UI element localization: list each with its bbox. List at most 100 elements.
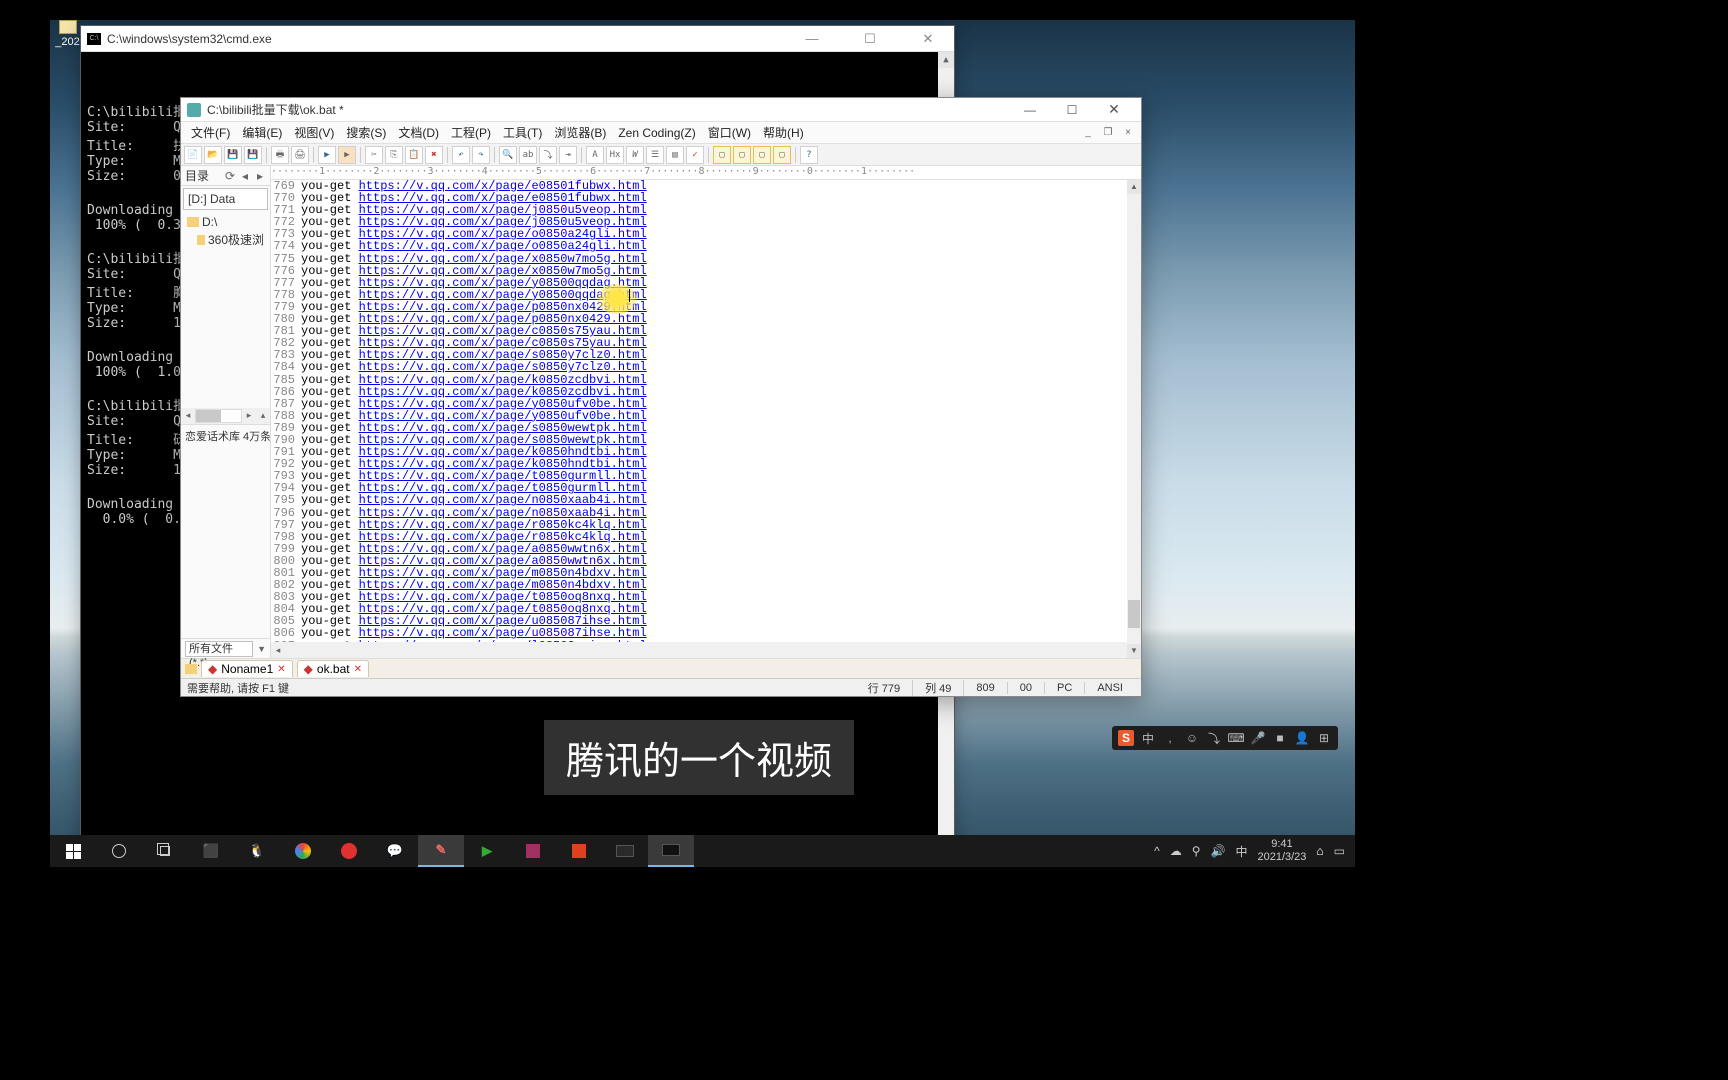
file-filter-select[interactable]: 所有文件 (*.*) bbox=[185, 641, 253, 657]
tray-notifications-icon[interactable]: ▭ bbox=[1334, 844, 1345, 858]
maximize-button[interactable]: ☐ bbox=[1051, 99, 1093, 121]
new-file-icon[interactable]: 📄 bbox=[184, 146, 202, 164]
search-button[interactable] bbox=[96, 835, 142, 867]
ime-user-icon[interactable]: 👤 bbox=[1294, 730, 1310, 746]
tray-network-icon[interactable]: ⚲ bbox=[1192, 844, 1201, 858]
taskbar-item-cmd[interactable] bbox=[648, 835, 694, 867]
menu-project[interactable]: 工程(P) bbox=[447, 122, 495, 143]
delete-icon[interactable]: ✖ bbox=[425, 146, 443, 164]
open-file-icon[interactable]: 📂 bbox=[204, 146, 222, 164]
replace-icon[interactable]: ab bbox=[519, 146, 537, 164]
tab-close-icon[interactable]: ✕ bbox=[354, 664, 362, 675]
panel3-icon[interactable]: ▢ bbox=[753, 146, 771, 164]
nav-fwd-icon[interactable]: ▸ bbox=[254, 169, 266, 183]
ime-softkbd-icon[interactable]: ⌨ bbox=[1228, 730, 1244, 746]
scrollbar-thumb[interactable] bbox=[196, 410, 221, 422]
find-icon[interactable]: 🔍 bbox=[499, 146, 517, 164]
tree-item[interactable]: D:\ bbox=[187, 214, 264, 230]
tray-home-icon[interactable]: ⌂ bbox=[1316, 844, 1323, 858]
scroll-right-icon[interactable]: ▸ bbox=[242, 410, 256, 421]
ime-lang-cn-icon[interactable]: 中 bbox=[1140, 730, 1156, 746]
task-view-button[interactable] bbox=[142, 835, 188, 867]
taskbar-item[interactable]: 💬 bbox=[372, 835, 418, 867]
print-icon[interactable]: 🖨 bbox=[291, 146, 309, 164]
indent-icon[interactable]: ⇥ bbox=[559, 146, 577, 164]
mdi-minimize-icon[interactable]: _ bbox=[1081, 127, 1095, 138]
chevron-down-icon[interactable]: ▼ bbox=[257, 644, 266, 654]
ime-language-bar[interactable]: S 中 , ☺ ⤵ ⌨ 🎤 ■ 👤 ⊞ bbox=[1112, 726, 1338, 750]
refresh-icon[interactable]: ⟳ bbox=[224, 169, 236, 183]
nav-back-icon[interactable]: ◂ bbox=[239, 169, 251, 183]
tray-cloud-icon[interactable]: ☁ bbox=[1170, 844, 1182, 858]
taskbar-item[interactable]: ⬛ bbox=[188, 835, 234, 867]
tray-overflow-icon[interactable]: ^ bbox=[1154, 844, 1160, 858]
menu-search[interactable]: 搜索(S) bbox=[342, 122, 390, 143]
ruler-icon[interactable]: ▤ bbox=[666, 146, 684, 164]
goto-icon[interactable]: ⤵ bbox=[539, 146, 557, 164]
tab-close-icon[interactable]: ✕ bbox=[277, 664, 285, 675]
menu-help[interactable]: 帮助(H) bbox=[759, 122, 808, 143]
linenumber-icon[interactable]: ☰ bbox=[646, 146, 664, 164]
taskbar-item[interactable]: ✎ bbox=[418, 835, 464, 867]
editor-tab-noname[interactable]: ◆ Noname1 ✕ bbox=[201, 660, 293, 677]
paste-icon[interactable]: 📋 bbox=[405, 146, 423, 164]
ime-login-icon[interactable]: ⤵ bbox=[1206, 730, 1222, 746]
menu-document[interactable]: 文档(D) bbox=[394, 122, 443, 143]
mdi-restore-icon[interactable]: ❐ bbox=[1101, 127, 1115, 138]
ime-emoji-icon[interactable]: ☺ bbox=[1184, 730, 1200, 746]
ime-punct-icon[interactable]: , bbox=[1162, 730, 1178, 746]
menu-tools[interactable]: 工具(T) bbox=[499, 122, 546, 143]
ime-voice-icon[interactable]: 🎤 bbox=[1250, 730, 1266, 746]
menu-window[interactable]: 窗口(W) bbox=[704, 122, 755, 143]
menu-view[interactable]: 视图(V) bbox=[290, 122, 338, 143]
save-icon[interactable]: 💾 bbox=[224, 146, 242, 164]
scroll-left-icon[interactable]: ◂ bbox=[181, 410, 195, 421]
taskbar-item[interactable]: 🐧 bbox=[234, 835, 280, 867]
editor-code-area[interactable]: 769you-get https://v.qq.com/x/page/e0850… bbox=[271, 180, 1141, 642]
taskbar-item[interactable] bbox=[280, 835, 326, 867]
taskbar-item[interactable] bbox=[510, 835, 556, 867]
font-color-icon[interactable]: A bbox=[586, 146, 604, 164]
editor-vscrollbar[interactable]: ▲ ▼ bbox=[1127, 180, 1141, 658]
desktop-folder-icon[interactable]: _202 bbox=[55, 20, 80, 48]
hex-icon[interactable]: Hx bbox=[606, 146, 624, 164]
drive-selector[interactable]: [D:] Data bbox=[183, 188, 268, 210]
minimize-button[interactable]: — bbox=[792, 31, 832, 47]
taskbar-item[interactable]: ▶ bbox=[464, 835, 510, 867]
tray-volume-icon[interactable]: 🔊 bbox=[1211, 844, 1226, 858]
cut-icon[interactable]: ✂ bbox=[365, 146, 383, 164]
sidebar-hscrollbar[interactable]: ◂ ▸ ▴ bbox=[181, 408, 270, 424]
scrollbar-thumb[interactable] bbox=[1128, 600, 1140, 628]
ime-menu-icon[interactable]: ⊞ bbox=[1316, 730, 1332, 746]
browser-icon[interactable]: ▶ bbox=[318, 146, 336, 164]
scroll-up-icon[interactable]: ▲ bbox=[1127, 180, 1141, 194]
maximize-button[interactable]: ☐ bbox=[850, 31, 890, 47]
undo-icon[interactable]: ↶ bbox=[452, 146, 470, 164]
panel1-icon[interactable]: ▢ bbox=[713, 146, 731, 164]
sidebar-file-item[interactable]: 恋爱话术库 4万条 bbox=[181, 424, 270, 447]
menu-file[interactable]: 文件(F) bbox=[187, 122, 234, 143]
menu-zencoding[interactable]: Zen Coding(Z) bbox=[614, 124, 699, 142]
help-icon[interactable]: ? bbox=[800, 146, 818, 164]
mdi-close-icon[interactable]: × bbox=[1121, 127, 1135, 138]
copy-icon[interactable]: ⎘ bbox=[385, 146, 403, 164]
taskbar-item[interactable] bbox=[602, 835, 648, 867]
tray-ime-icon[interactable]: 中 bbox=[1235, 843, 1247, 860]
spell-icon[interactable]: ✓ bbox=[686, 146, 704, 164]
menu-browser[interactable]: 浏览器(B) bbox=[550, 122, 610, 143]
wordwrap-icon[interactable]: W bbox=[626, 146, 644, 164]
menu-edit[interactable]: 编辑(E) bbox=[238, 122, 286, 143]
panel4-icon[interactable]: ▢ bbox=[773, 146, 791, 164]
cmd-titlebar[interactable]: C:\windows\system32\cmd.exe — ☐ ✕ bbox=[81, 26, 954, 52]
sogou-ime-icon[interactable]: S bbox=[1118, 730, 1134, 746]
run-icon[interactable]: ▶ bbox=[338, 146, 356, 164]
redo-icon[interactable]: ↷ bbox=[472, 146, 490, 164]
minimize-button[interactable]: — bbox=[1009, 99, 1051, 121]
folder-tree[interactable]: D:\ 360极速浏 bbox=[181, 212, 270, 408]
save-all-icon[interactable]: 💾 bbox=[244, 146, 262, 164]
editor-titlebar[interactable]: C:\bilibili批量下载\ok.bat * — ☐ ✕ bbox=[181, 98, 1141, 122]
close-button[interactable]: ✕ bbox=[908, 31, 948, 47]
tree-item[interactable]: 360极速浏 bbox=[187, 230, 264, 249]
scroll-up-icon[interactable]: ▴ bbox=[256, 410, 270, 421]
scroll-up-icon[interactable]: ▲ bbox=[938, 52, 954, 68]
